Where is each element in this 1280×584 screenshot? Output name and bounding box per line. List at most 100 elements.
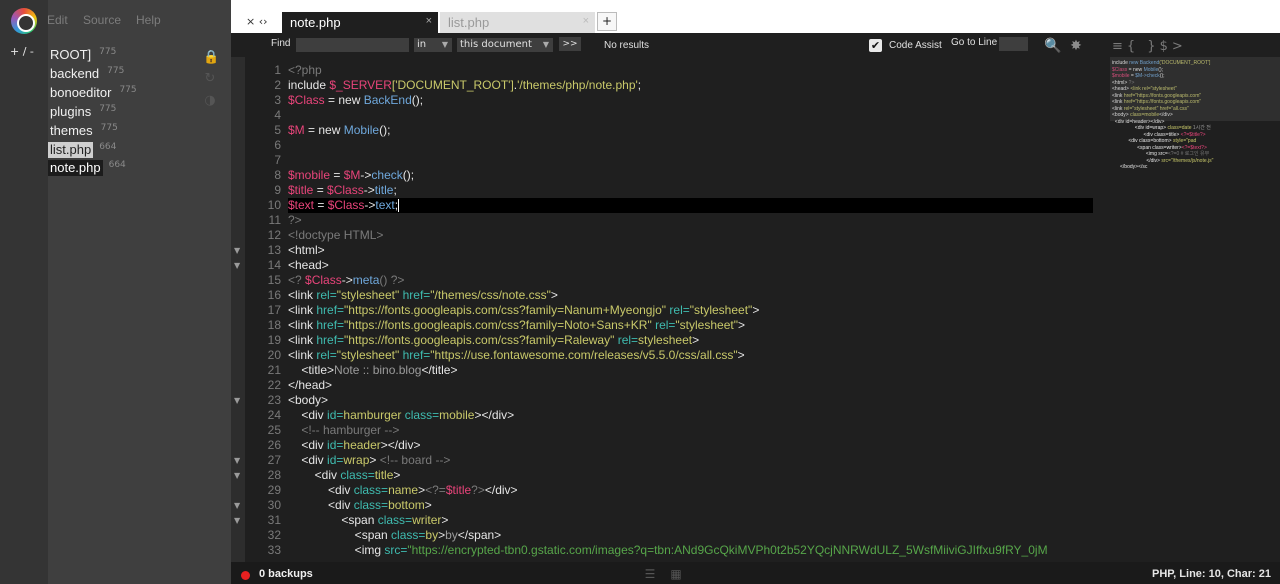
new-tab-button[interactable]: + <box>597 12 617 31</box>
code-line[interactable]: 6 <box>245 138 1100 153</box>
find-next-button[interactable]: >> <box>559 37 581 51</box>
menu-edit[interactable]: Edit <box>47 13 68 27</box>
goto-line-input[interactable] <box>999 37 1028 51</box>
tree-item-label: note.php <box>48 160 103 176</box>
fold-arrow-icon[interactable]: ▼ <box>234 501 240 510</box>
code-line[interactable]: 3 $Class = new BackEnd(); <box>245 93 1100 108</box>
backups-count[interactable]: 0 backups <box>259 568 313 580</box>
tree-item-plugins[interactable]: plugins 775 <box>48 104 116 121</box>
fold-arrow-icon[interactable]: ▼ <box>234 396 240 405</box>
code-assist-checkbox[interactable]: ✔ <box>869 39 882 52</box>
code-line[interactable]: 22 </head> <box>245 378 1100 393</box>
code-line[interactable]: 29 <div class=name><?=$title?></div> <box>245 483 1100 498</box>
menu-help[interactable]: Help <box>136 13 161 27</box>
line-number: 11 <box>268 213 281 227</box>
add-remove-toggle[interactable]: + / - <box>10 45 34 58</box>
minimap-line: <div class=title> <?=$title?> <box>1138 131 1206 138</box>
line-number: 12 <box>267 228 281 242</box>
code-line[interactable]: 9 $title = $Class->title; <box>245 183 1100 198</box>
code-line[interactable]: 33 <img src="https://encrypted-tbn0.gsta… <box>245 543 1100 558</box>
lock-icon[interactable]: 🔒 <box>203 51 219 65</box>
tree-item-themes[interactable]: themes 775 <box>48 123 118 140</box>
code-line[interactable]: 19 <link href="https://fonts.googleapis.c… <box>245 333 1100 348</box>
code-line[interactable]: 5 $M = new Mobile(); <box>245 123 1100 138</box>
bug-icon[interactable]: ✸ <box>1068 38 1084 54</box>
tab-note-php[interactable]: note.php × <box>282 12 438 33</box>
code-line[interactable]: 12 <!doctype HTML> <box>245 228 1100 243</box>
fold-arrow-icon[interactable]: ▼ <box>234 516 240 525</box>
tree-item-root[interactable]: ROOT] 775 <box>48 47 116 64</box>
code-line[interactable]: 16 <link rel="stylesheet" href="/themes/c… <box>245 288 1100 303</box>
line-number: 18 <box>267 318 281 332</box>
code-line[interactable]: 27 <div id=wrap> <!-- board --> <box>245 453 1100 468</box>
code-line[interactable]: 13 <html> <box>245 243 1100 258</box>
minimap-tools[interactable]: ≡{ }$> <box>1112 39 1187 54</box>
tree-item-label: backend <box>50 66 100 81</box>
code-text: <link rel="stylesheet" href="/themes/css… <box>288 288 558 302</box>
app-logo-icon[interactable] <box>11 8 37 34</box>
scope-select[interactable]: this document ▼ <box>457 38 553 52</box>
close-icon[interactable]: × <box>583 15 589 27</box>
code-text: <!doctype HTML> <box>288 228 384 242</box>
grid-view-icon[interactable]: ▦ <box>668 567 684 581</box>
line-number: 24 <box>267 408 281 422</box>
tree-item-bonoeditor[interactable]: bonoeditor 775 <box>48 85 137 102</box>
refresh-icon[interactable]: ↻ <box>203 72 217 86</box>
code-text: <span class=writer> <box>288 513 449 527</box>
code-line[interactable]: 7 <box>245 153 1100 168</box>
menu-source[interactable]: Source <box>83 13 121 27</box>
code-line[interactable]: 2 include $_SERVER['DOCUMENT_ROOT'].'/the… <box>245 78 1100 93</box>
code-text: <div class=name><?=$title?></div> <box>288 483 518 497</box>
code-text: </head> <box>288 378 333 392</box>
fold-arrow-icon[interactable]: ▼ <box>234 261 240 270</box>
code-line[interactable]: 11 ?> <box>245 213 1100 228</box>
find-input[interactable] <box>296 38 409 52</box>
goto-line-label: Go to Line <box>951 37 998 48</box>
fold-arrow-icon[interactable]: ▼ <box>234 246 240 255</box>
line-number: 19 <box>267 333 281 347</box>
code-line[interactable]: 28 <div class=title> <box>245 468 1100 483</box>
code-line[interactable]: 14 <head> <box>245 258 1100 273</box>
code-line[interactable]: 10 $text = $Class->text; <box>245 198 1100 213</box>
tree-item-backend[interactable]: backend 775 <box>48 66 124 83</box>
code-line[interactable]: 31 <span class=writer> <box>245 513 1100 528</box>
code-text: <head> <box>288 258 329 272</box>
minimap-viewport[interactable] <box>1110 57 1280 121</box>
code-line[interactable]: 15 <? $Class->meta() ?> <box>245 273 1100 288</box>
code-assist-label: Code Assist <box>889 40 942 51</box>
code-line[interactable]: 1 <?php <box>245 63 1100 78</box>
tree-item-note-php[interactable]: note.php 664 <box>48 160 126 177</box>
code-line[interactable]: 23 <body> <box>245 393 1100 408</box>
search-icon[interactable]: 🔍 <box>1044 38 1061 54</box>
outline-icon[interactable]: ≡ <box>1112 39 1127 54</box>
code-text: <img src="https://encrypted-tbn0.gstatic… <box>288 543 1048 557</box>
code-line[interactable]: 8 $mobile = $M->check(); <box>245 168 1100 183</box>
fold-arrow-icon[interactable]: ▼ <box>234 471 240 480</box>
code-line[interactable]: 4 <box>245 108 1100 123</box>
line-number: 3 <box>274 93 281 107</box>
braces-icon[interactable]: { } <box>1127 39 1160 54</box>
line-number: 23 <box>267 393 281 407</box>
code-line[interactable]: 20 <link rel="stylesheet" href="https://u… <box>245 348 1100 363</box>
tab-controls[interactable]: × ‹› <box>246 15 268 28</box>
code-line[interactable]: 32 <span class=by>by</span> <box>245 528 1100 543</box>
code-line[interactable]: 21 <title>Note :: bino.blog</title> <box>245 363 1100 378</box>
code-text: <div id=hamburger class=mobile></div> <box>288 408 515 422</box>
list-view-icon[interactable]: ☰ <box>642 567 658 581</box>
scope-select-in[interactable]: in ▼ <box>414 38 452 52</box>
close-icon[interactable]: × <box>426 15 432 27</box>
code-text: <link href="https://fonts.googleapis.com… <box>288 333 700 347</box>
terminal-icon[interactable]: $> <box>1160 39 1187 54</box>
tab-list-php[interactable]: list.php × <box>440 12 595 33</box>
tree-item-list-php[interactable]: list.php 664 <box>48 142 116 159</box>
code-line[interactable]: 25 <!-- hamburger --> <box>245 423 1100 438</box>
code-line[interactable]: 17 <link href="https://fonts.googleapis.c… <box>245 303 1100 318</box>
toggle-icon[interactable]: ◑ <box>203 94 217 108</box>
code-line[interactable]: 30 <div class=bottom> <box>245 498 1100 513</box>
code-editor[interactable]: 1 <?php 2 include $_SERVER['DOCUMENT_ROOT']… <box>245 57 1100 562</box>
code-line[interactable]: 24 <div id=hamburger class=mobile></div> <box>245 408 1100 423</box>
code-line[interactable]: 26 <div id=header></div> <box>245 438 1100 453</box>
code-line[interactable]: 18 <link href="https://fonts.googleapis.c… <box>245 318 1100 333</box>
line-number: 21 <box>267 363 281 377</box>
fold-arrow-icon[interactable]: ▼ <box>234 456 240 465</box>
